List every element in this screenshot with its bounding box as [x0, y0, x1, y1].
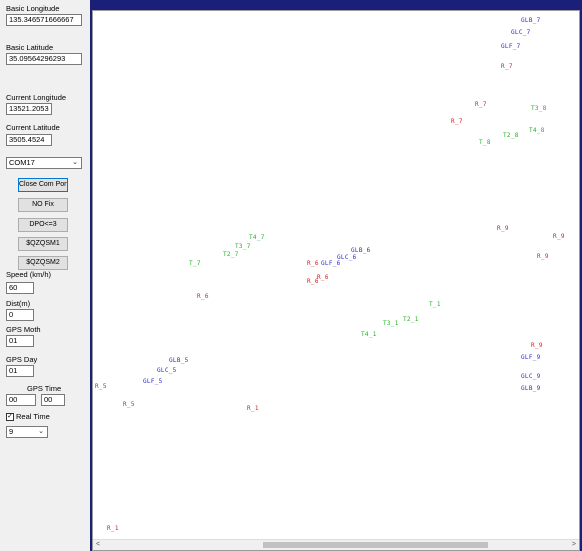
- point-label: GLB_9: [521, 385, 541, 392]
- com-port-value: COM17: [9, 158, 35, 167]
- scroll-left-arrow-icon[interactable]: <: [96, 540, 100, 550]
- point-label: R_1: [247, 405, 259, 412]
- dist-field[interactable]: 0: [6, 309, 34, 321]
- gps-time-label: GPS Time: [27, 384, 62, 393]
- current-longitude-label: Current Longitude: [6, 93, 67, 102]
- horizontal-scrollbar[interactable]: < >: [93, 539, 579, 550]
- point-label: T_8: [479, 139, 491, 146]
- point-label: T2_7: [223, 251, 239, 258]
- point-label: R_9: [531, 342, 543, 349]
- point-label: T4_8: [529, 127, 545, 134]
- point-label: R_6: [307, 278, 319, 285]
- basic-longitude-label: Basic Longitude: [6, 4, 60, 13]
- point-label: GLF_6: [321, 260, 341, 267]
- speed-field[interactable]: 60: [6, 282, 34, 294]
- scrollbar-thumb[interactable]: [263, 542, 488, 548]
- basic-longitude-field[interactable]: 135.346571666667: [6, 14, 82, 26]
- qzqsm1-button[interactable]: $QZQSM1: [18, 237, 68, 251]
- scroll-right-arrow-icon[interactable]: >: [572, 540, 576, 550]
- chevron-down-icon: ⌄: [72, 159, 78, 166]
- gps-month-field[interactable]: 01: [6, 335, 34, 347]
- point-label: GLB_5: [169, 357, 189, 364]
- point-label: T2_8: [503, 132, 519, 139]
- qzqsm2-button[interactable]: $QZQSM2: [18, 256, 68, 270]
- point-label: R_6: [197, 293, 209, 300]
- point-label: T4_7: [249, 234, 265, 241]
- gps-day-label: GPS Day: [6, 355, 38, 364]
- point-label: GLF_9: [521, 354, 541, 361]
- basic-latitude-label: Basic Latitude: [6, 43, 54, 52]
- current-latitude-label: Current Latitude: [6, 123, 60, 132]
- gps-time-minute-field[interactable]: 00: [41, 394, 65, 406]
- chevron-down-icon: ⌄: [38, 428, 44, 435]
- point-label: T3_7: [235, 243, 251, 250]
- plot-canvas[interactable]: GLB_7 GLC_7 GLF_7 R_7 R_7 T3_8 R_7 T4_8 T2_8 T_8 R…: [92, 10, 580, 551]
- point-label: GLB_7: [521, 17, 541, 24]
- point-label: R_1: [107, 525, 119, 532]
- point-label: R_9: [537, 253, 549, 260]
- point-label: T_1: [429, 301, 441, 308]
- basic-latitude-field[interactable]: 35.09564296293: [6, 53, 82, 65]
- control-panel: Basic Longitude 135.346571666667 Basic L…: [0, 0, 90, 551]
- point-label: R_9: [553, 233, 565, 240]
- point-label: R_6: [307, 260, 319, 267]
- com-port-select[interactable]: COM17 ⌄: [6, 157, 82, 169]
- point-label: R_5: [123, 401, 135, 408]
- interval-value: 9: [9, 427, 14, 436]
- gps-time-hour-field[interactable]: 00: [6, 394, 36, 406]
- gps-day-field[interactable]: 01: [6, 365, 34, 377]
- point-label: GLC_7: [511, 29, 531, 36]
- point-label: T_7: [189, 260, 201, 267]
- point-label: R_7: [501, 63, 513, 70]
- point-label: T3_1: [383, 320, 399, 327]
- point-label: R_7: [451, 118, 463, 125]
- point-label: R_5: [95, 383, 107, 390]
- speed-label: Speed (km/h): [6, 270, 52, 279]
- gps-month-label: GPS Moth: [6, 325, 41, 334]
- point-label: GLF_7: [501, 43, 521, 50]
- point-label: GLC_5: [157, 367, 177, 374]
- dist-label: Dist(m): [6, 299, 31, 308]
- interval-select[interactable]: 9 ⌄: [6, 426, 48, 438]
- real-time-checkbox[interactable]: ✓: [6, 413, 14, 421]
- point-label: R_9: [497, 225, 509, 232]
- no-fix-button[interactable]: NO Fix: [18, 198, 68, 212]
- point-label: R_7: [475, 101, 487, 108]
- dpo-button[interactable]: DPO<=3: [18, 218, 68, 232]
- current-latitude-field[interactable]: 3505.4524: [6, 134, 52, 146]
- point-label: T3_8: [531, 105, 547, 112]
- point-label: GLB_6: [351, 247, 371, 254]
- current-longitude-field[interactable]: 13521.2053: [6, 103, 52, 115]
- close-com-port-button[interactable]: Close Com Port: [18, 178, 68, 192]
- point-label: T4_1: [361, 331, 377, 338]
- real-time-label: Real Time: [16, 412, 50, 421]
- point-label: GLC_9: [521, 373, 541, 380]
- point-label: T2_1: [403, 316, 419, 323]
- point-label: GLF_5: [143, 378, 163, 385]
